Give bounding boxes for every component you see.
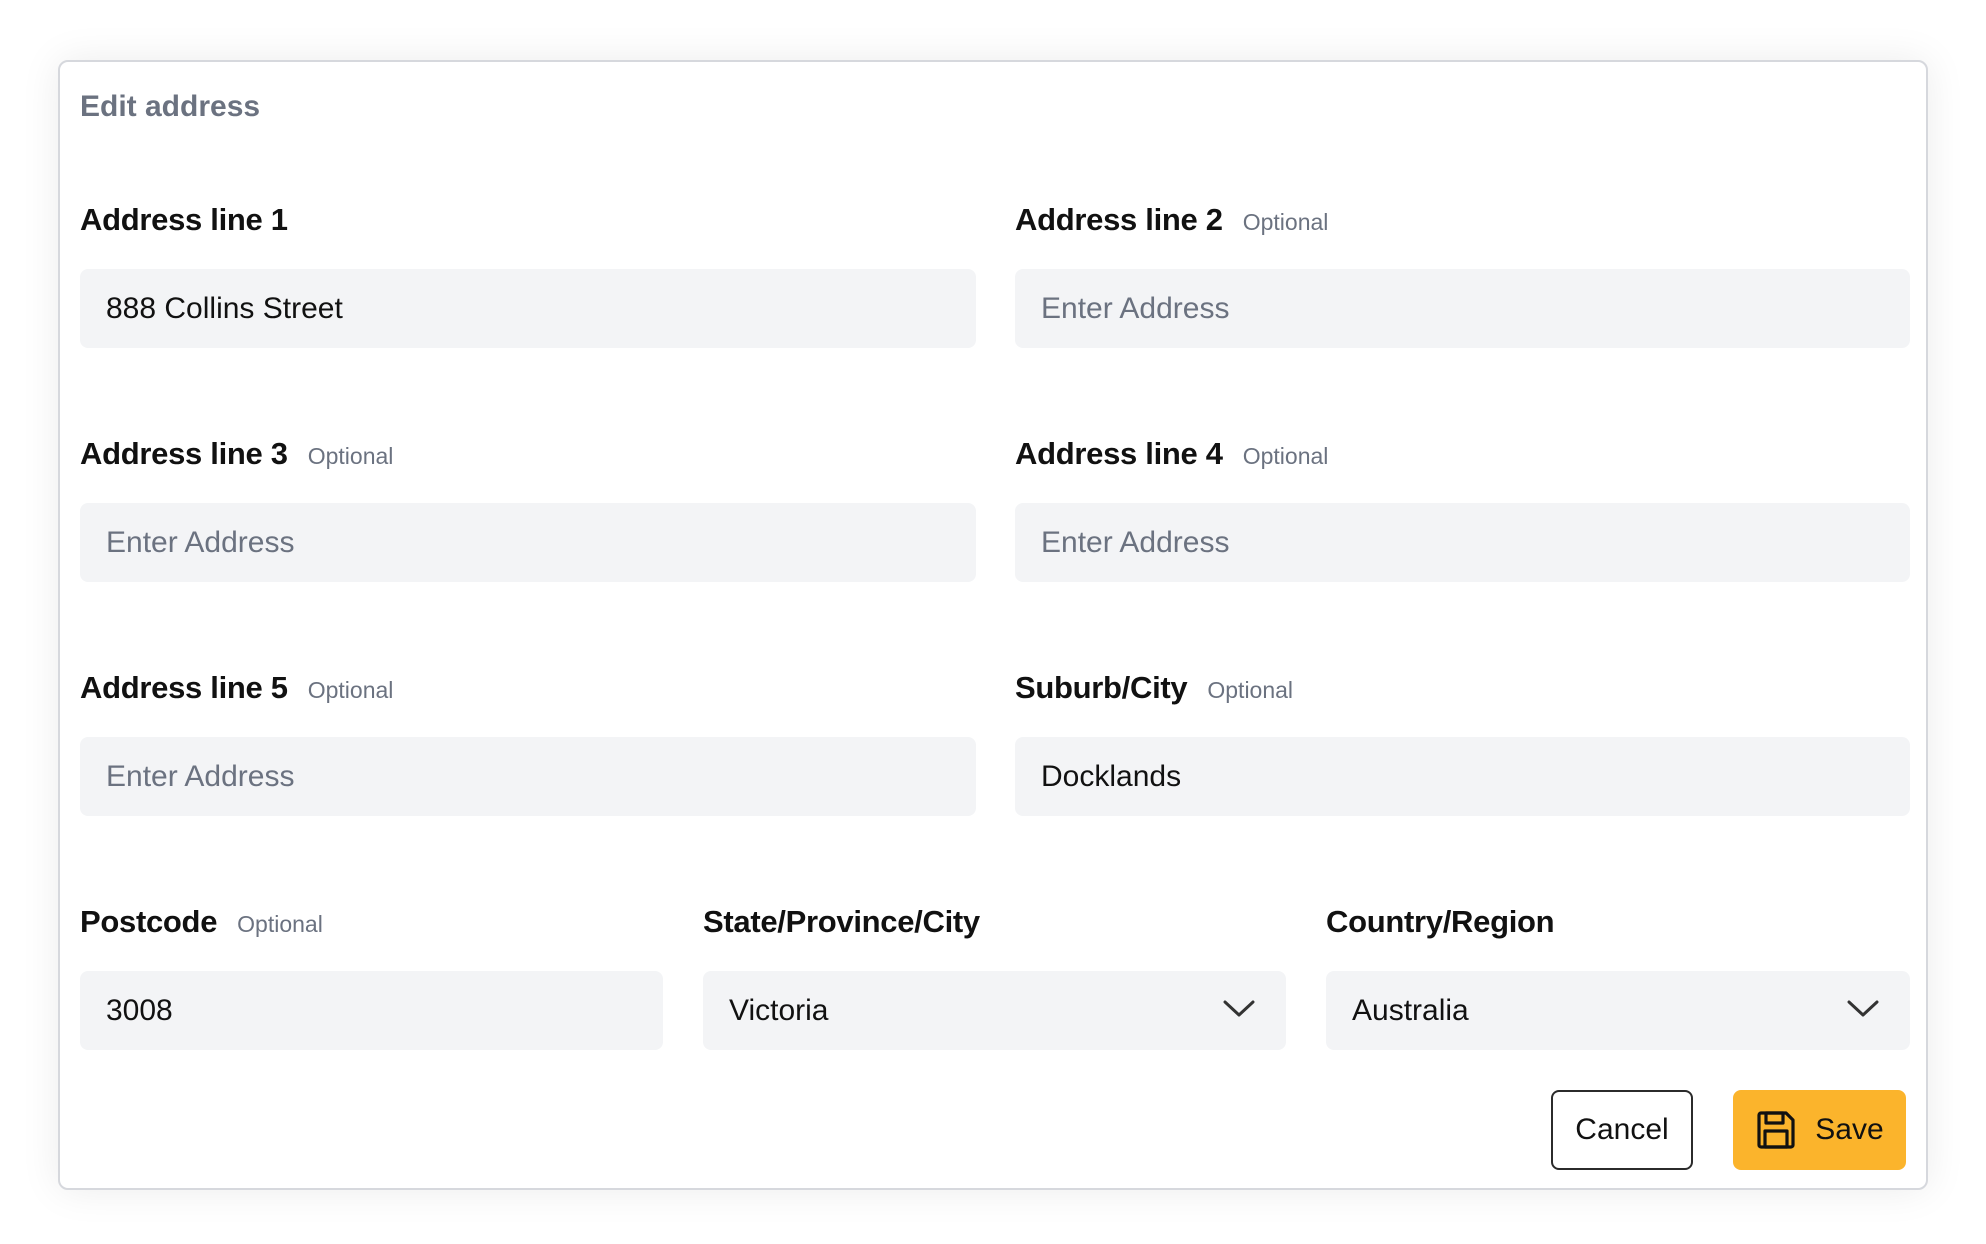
field-label: Postcode xyxy=(80,904,218,939)
address-line-4-field: Address line 4 Optional Enter Address xyxy=(1015,436,1910,582)
optional-tag: Optional xyxy=(237,911,323,937)
page: Edit address Address line 1 888 Collins … xyxy=(0,0,1986,1244)
card-title: Edit address xyxy=(80,90,261,123)
save-button-label: Save xyxy=(1815,1113,1884,1146)
suburb-city-field: Suburb/City Optional Docklands xyxy=(1015,670,1910,816)
country-select-value: Australia xyxy=(1352,993,1469,1027)
edit-address-card: Edit address Address line 1 888 Collins … xyxy=(58,60,1928,1190)
address-line-1-field: Address line 1 888 Collins Street xyxy=(80,202,976,348)
address-line-2-input[interactable]: Enter Address xyxy=(1015,269,1910,348)
floppy-disk-icon xyxy=(1757,1111,1795,1149)
state-select[interactable]: Victoria xyxy=(703,971,1286,1050)
field-label: Address line 5 xyxy=(80,670,288,705)
optional-tag: Optional xyxy=(307,677,394,703)
field-label: Address line 2 xyxy=(1015,202,1223,237)
postcode-input[interactable]: 3008 xyxy=(80,971,663,1050)
chevron-down-icon xyxy=(1847,1000,1879,1016)
form-actions: Cancel Save xyxy=(1551,1090,1906,1170)
address-line-5-field: Address line 5 Optional Enter Address xyxy=(80,670,976,816)
country-select[interactable]: Australia xyxy=(1326,971,1910,1050)
field-label: State/Province/City xyxy=(703,904,980,939)
address-line-2-field: Address line 2 Optional Enter Address xyxy=(1015,202,1910,348)
field-label: Suburb/City xyxy=(1015,670,1188,705)
address-line-3-field: Address line 3 Optional Enter Address xyxy=(80,436,976,582)
optional-tag: Optional xyxy=(307,443,394,469)
field-label: Address line 3 xyxy=(80,436,288,471)
address-line-1-input[interactable]: 888 Collins Street xyxy=(80,269,976,348)
suburb-city-input[interactable]: Docklands xyxy=(1015,737,1910,816)
optional-tag: Optional xyxy=(1242,443,1329,469)
field-label: Country/Region xyxy=(1326,904,1555,939)
postcode-field: Postcode Optional 3008 xyxy=(80,904,663,1050)
address-line-3-input[interactable]: Enter Address xyxy=(80,503,976,582)
cancel-button[interactable]: Cancel xyxy=(1551,1090,1693,1170)
field-label: Address line 4 xyxy=(1015,436,1223,471)
chevron-down-icon xyxy=(1223,1000,1255,1016)
address-line-4-input[interactable]: Enter Address xyxy=(1015,503,1910,582)
country-region-field: Country/Region Australia xyxy=(1326,904,1910,1050)
optional-tag: Optional xyxy=(1242,209,1329,235)
address-line-5-input[interactable]: Enter Address xyxy=(80,737,976,816)
optional-tag: Optional xyxy=(1207,677,1294,703)
field-label: Address line 1 xyxy=(80,202,288,237)
state-select-value: Victoria xyxy=(729,993,829,1027)
save-button[interactable]: Save xyxy=(1733,1090,1906,1170)
state-province-field: State/Province/City Victoria xyxy=(703,904,1286,1050)
